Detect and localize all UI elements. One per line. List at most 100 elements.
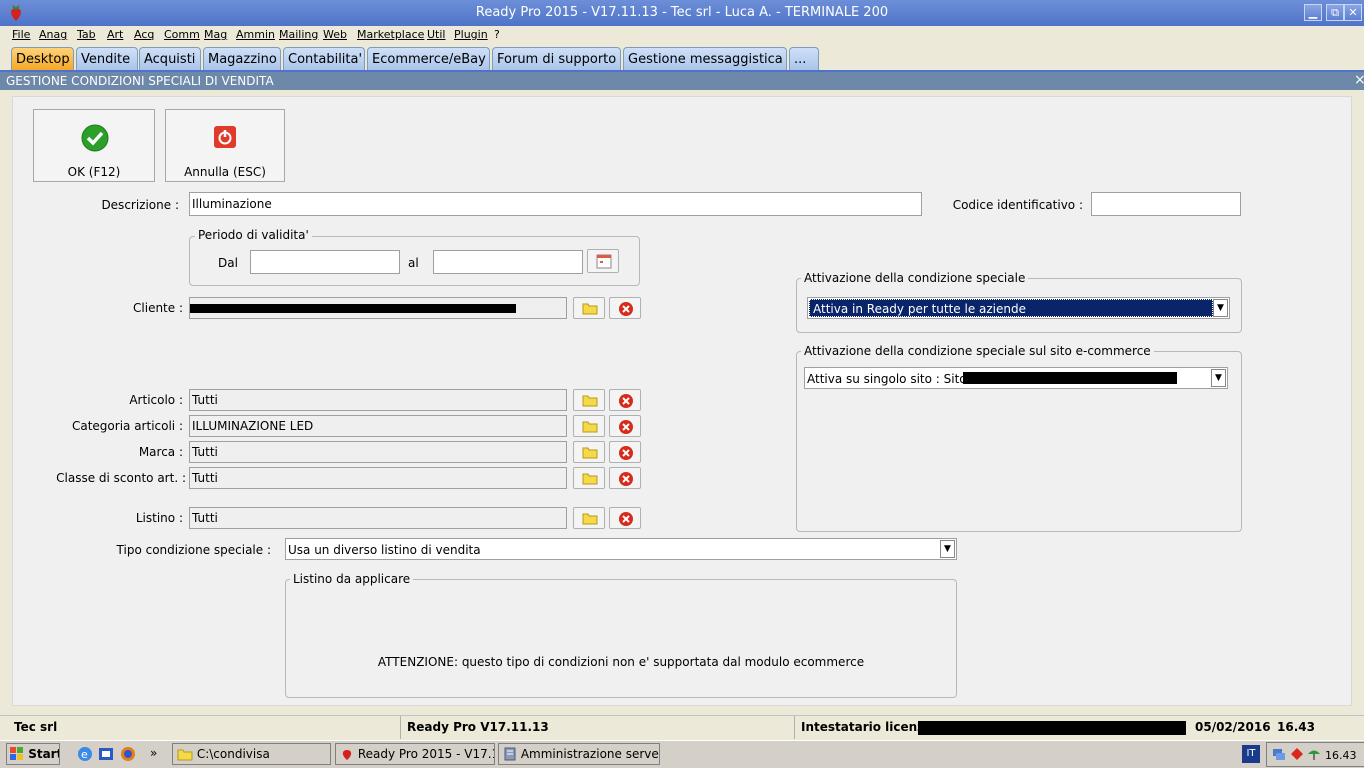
- marca-label: Marca :: [138, 445, 183, 459]
- listino-browse-button[interactable]: [573, 507, 605, 529]
- tipo-label: Tipo condizione speciale :: [116, 543, 271, 557]
- menu-art[interactable]: Art: [107, 28, 123, 41]
- cancel-button[interactable]: Annulla (ESC): [165, 109, 285, 182]
- listino-applicare-title: Listino da applicare: [290, 572, 414, 586]
- menu-help[interactable]: ?: [494, 28, 500, 41]
- status-date: 05/02/2016: [1195, 720, 1271, 734]
- status-company: Tec srl: [14, 720, 58, 734]
- tab-vendite[interactable]: Vendite: [76, 47, 138, 71]
- power-icon: [214, 126, 236, 148]
- codice-input[interactable]: [1091, 192, 1241, 216]
- articolo-browse-button[interactable]: [573, 389, 605, 411]
- categoria-browse-button[interactable]: [573, 415, 605, 437]
- al-input[interactable]: [433, 250, 583, 274]
- menu-file[interactable]: File: [12, 28, 30, 41]
- cliente-browse-button[interactable]: [573, 297, 605, 319]
- ok-button[interactable]: OK (F12): [33, 109, 155, 182]
- restore-button[interactable]: ⧉: [1326, 4, 1344, 21]
- status-version: Ready Pro V17.11.13: [407, 720, 549, 734]
- clear-icon: [619, 302, 633, 316]
- classe-browse-button[interactable]: [573, 467, 605, 489]
- classe-label: Classe di sconto art. :: [56, 471, 186, 485]
- windows-icon: [10, 747, 23, 760]
- menu-marketplace[interactable]: Marketplace: [357, 28, 424, 41]
- section-header: GESTIONE CONDIZIONI SPECIALI DI VENDITA …: [0, 72, 1364, 90]
- menu-acq[interactable]: Acq: [134, 28, 154, 41]
- clear-icon: [619, 512, 633, 526]
- network-icon[interactable]: [1272, 747, 1286, 761]
- section-close-button[interactable]: ×: [1354, 72, 1364, 88]
- periodo-title: Periodo di validita': [195, 228, 312, 242]
- redacted-licenza: [918, 721, 1186, 735]
- classe-clear-button[interactable]: [609, 467, 641, 489]
- outlook-icon[interactable]: [98, 746, 114, 762]
- categoria-input[interactable]: ILLUMINAZIONE LED: [189, 415, 567, 437]
- task-amministrazione[interactable]: Amministrazione server: [498, 743, 660, 765]
- taskbar-more-icon[interactable]: »: [150, 746, 157, 760]
- marca-clear-button[interactable]: [609, 441, 641, 463]
- folder-icon: [582, 421, 598, 433]
- attivazione-sito-title: Attivazione della condizione speciale su…: [801, 344, 1154, 358]
- close-button[interactable]: ✕: [1344, 4, 1362, 21]
- clock: 16.43: [1325, 749, 1357, 762]
- tab-contabilita[interactable]: Contabilita': [283, 47, 365, 71]
- cancel-label: Annulla (ESC): [184, 165, 266, 179]
- minimize-button[interactable]: ▁: [1304, 4, 1322, 21]
- task-readypro[interactable]: Ready Pro 2015 - V17.1...: [335, 743, 495, 765]
- tab-forum-di-supporto[interactable]: Forum di supporto: [492, 47, 621, 71]
- menu-mailing[interactable]: Mailing: [279, 28, 318, 41]
- cliente-clear-button[interactable]: [609, 297, 641, 319]
- menu-web[interactable]: Web: [323, 28, 347, 41]
- svg-text:e: e: [81, 748, 88, 761]
- classe-input[interactable]: Tutti: [189, 467, 567, 489]
- ie-icon[interactable]: e: [77, 746, 93, 762]
- warning-text: ATTENZIONE: questo tipo di condizioni no…: [377, 655, 865, 669]
- marca-browse-button[interactable]: [573, 441, 605, 463]
- marca-input[interactable]: Tutti: [189, 441, 567, 463]
- menu-plugin[interactable]: Plugin: [454, 28, 488, 41]
- menu-tab[interactable]: Tab: [77, 28, 96, 41]
- task-condivisa[interactable]: C:\condivisa: [172, 743, 331, 765]
- listino-clear-button[interactable]: [609, 507, 641, 529]
- al-label: al: [408, 256, 419, 270]
- attivazione-select[interactable]: Attiva in Ready per tutte le aziende ▼: [807, 297, 1230, 319]
- clear-icon: [619, 394, 633, 408]
- menu-util[interactable]: Util: [427, 28, 445, 41]
- chevron-down-icon[interactable]: ▼: [1211, 369, 1226, 387]
- attivazione-sito-select[interactable]: Attiva su singolo sito : Sito ▼: [804, 367, 1228, 389]
- descrizione-input[interactable]: Illuminazione: [189, 192, 922, 216]
- tab-acquisti[interactable]: Acquisti: [139, 47, 201, 71]
- chevron-down-icon[interactable]: ▼: [1213, 299, 1228, 317]
- menu-anag[interactable]: Anag: [39, 28, 67, 41]
- dal-label: Dal: [218, 256, 238, 270]
- categoria-clear-button[interactable]: [609, 415, 641, 437]
- antivirus-icon[interactable]: [1290, 747, 1304, 761]
- start-button[interactable]: Start: [6, 743, 60, 765]
- umbrella-icon[interactable]: [1307, 747, 1321, 761]
- tab-desktop[interactable]: Desktop: [11, 47, 74, 71]
- dal-input[interactable]: [250, 250, 400, 274]
- language-indicator[interactable]: IT: [1242, 745, 1260, 763]
- chevron-down-icon[interactable]: ▼: [940, 540, 955, 558]
- main-panel: OK (F12) Annulla (ESC) Descrizione : Ill…: [12, 96, 1352, 706]
- menu-ammin[interactable]: Ammin: [236, 28, 275, 41]
- attivazione-value: Attiva in Ready per tutte le aziende: [809, 299, 1213, 317]
- menu-mag[interactable]: Mag: [204, 28, 227, 41]
- listino-applicare-group: [285, 579, 957, 698]
- system-tray: 16.43: [1266, 742, 1364, 767]
- categoria-label: Categoria articoli :: [71, 419, 183, 433]
- tab-gestione-messaggistica[interactable]: Gestione messaggistica: [623, 47, 787, 71]
- menu-comm[interactable]: Comm: [164, 28, 200, 41]
- firefox-icon[interactable]: [120, 746, 136, 762]
- descrizione-label: Descrizione :: [101, 198, 179, 212]
- calendar-button[interactable]: [587, 249, 619, 273]
- tab-more[interactable]: ...: [789, 47, 819, 71]
- articolo-clear-button[interactable]: [609, 389, 641, 411]
- clear-icon: [619, 446, 633, 460]
- cliente-input[interactable]: [189, 297, 567, 319]
- articolo-input[interactable]: Tutti: [189, 389, 567, 411]
- listino-input[interactable]: Tutti: [189, 507, 567, 529]
- tipo-select[interactable]: Usa un diverso listino di vendita ▼: [285, 538, 957, 560]
- tab-ecommerce-ebay[interactable]: Ecommerce/eBay: [367, 47, 490, 71]
- tab-magazzino[interactable]: Magazzino: [203, 47, 281, 71]
